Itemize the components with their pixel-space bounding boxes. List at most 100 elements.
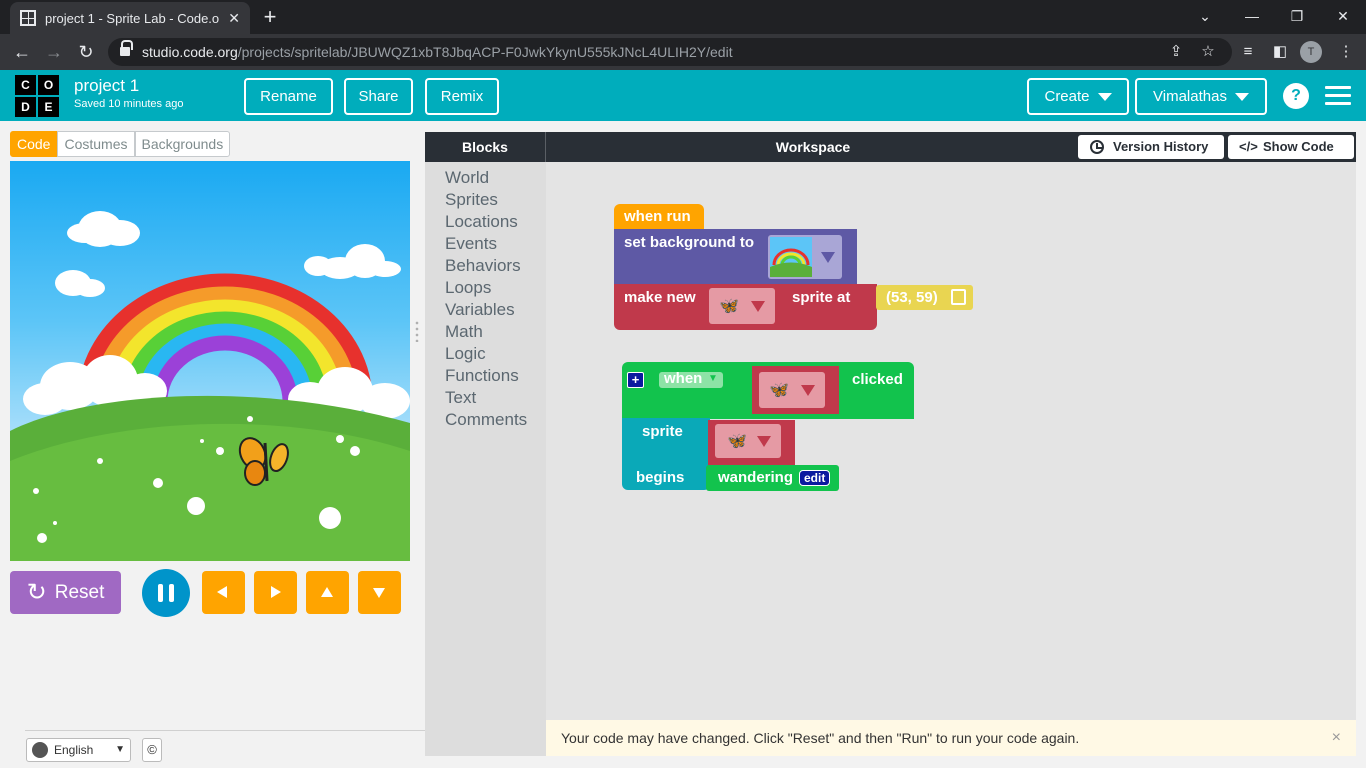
logo-letter: D [15, 97, 36, 117]
plus-icon[interactable]: + [627, 372, 644, 388]
create-dropdown[interactable]: Create [1027, 78, 1129, 115]
version-history-label: Version History [1113, 139, 1209, 154]
logo-letter: C [15, 75, 36, 95]
rename-button[interactable]: Rename [244, 78, 333, 115]
reload-icon[interactable]: ↻ [74, 40, 98, 64]
user-dropdown[interactable]: Vimalathas [1135, 78, 1267, 115]
code-org-logo[interactable]: C O D E [15, 75, 59, 117]
category-logic[interactable]: Logic [445, 344, 486, 364]
sprite-costume-dropdown[interactable]: 🦋 [709, 288, 775, 324]
hamburger-menu-icon[interactable] [1325, 86, 1351, 106]
category-events[interactable]: Events [445, 234, 497, 254]
butterfly-icon: 🦋 [769, 382, 789, 399]
profile-avatar[interactable]: T [1300, 41, 1322, 63]
media-icon[interactable]: ≡ [1236, 40, 1260, 64]
address-bar: ← → ↻ studio.code.org/projects/spritelab… [0, 34, 1366, 70]
pause-button[interactable] [142, 569, 190, 617]
logo-letter: O [38, 75, 59, 95]
edit-behavior-button[interactable]: edit [799, 470, 831, 486]
workspace-title: Workspace [775, 139, 851, 155]
bookmark-star-icon[interactable]: ☆ [1196, 40, 1220, 64]
sprite-begins-block[interactable]: sprite begins [622, 418, 710, 490]
when-label: when [664, 370, 703, 387]
tab-close-icon[interactable]: ✕ [228, 10, 240, 27]
version-history-button[interactable]: Version History [1078, 135, 1224, 159]
category-text[interactable]: Text [445, 388, 476, 408]
tab-search-icon[interactable]: ⌄ [1193, 4, 1217, 28]
share-page-icon[interactable]: ⇪ [1164, 40, 1188, 64]
tab-costumes[interactable]: Costumes [57, 131, 135, 157]
sprite-costume-dropdown[interactable]: 🦋 [715, 424, 781, 458]
restore-icon[interactable]: ❐ [1285, 4, 1309, 28]
new-tab-icon[interactable]: + [258, 4, 282, 30]
make-new-label: make new [624, 289, 696, 306]
left-arrow-icon [217, 586, 227, 598]
panel-resize-handle[interactable] [415, 320, 419, 342]
saved-status: Saved 10 minutes ago [74, 98, 184, 110]
workspace-header: Blocks Workspace Version History </> Sho… [425, 132, 1356, 162]
copyright-button[interactable]: © [142, 738, 162, 762]
reset-button[interactable]: ↻ Reset [10, 571, 121, 614]
browser-menu-icon[interactable]: ⋮ [1334, 40, 1358, 64]
sprite-slot: 🦋 [708, 420, 795, 465]
category-sprites[interactable]: Sprites [445, 190, 498, 210]
category-math[interactable]: Math [445, 322, 483, 342]
sprite-costume-dropdown[interactable]: 🦋 [759, 372, 825, 408]
share-button[interactable]: Share [344, 78, 413, 115]
close-icon[interactable]: × [1332, 720, 1341, 756]
browser-tab-bar: project 1 - Sprite Lab - Code.org ✕ + ⌄ … [0, 0, 1366, 34]
project-name: project 1 [74, 76, 140, 95]
language-value: English [54, 743, 94, 757]
category-world[interactable]: World [445, 168, 489, 188]
location-block[interactable]: (53, 59) [876, 285, 973, 310]
side-panel-icon[interactable]: ◧ [1268, 40, 1292, 64]
right-arrow-icon [271, 586, 281, 598]
set-background-label: set background to [624, 234, 755, 251]
when-clicked-block[interactable]: + when ▼ 🦋 clicked [622, 362, 914, 419]
lock-icon [120, 40, 133, 57]
back-icon[interactable]: ← [10, 40, 34, 64]
background-dropdown[interactable] [768, 235, 842, 279]
workspace-canvas[interactable]: when run set background to make new 🦋 sp… [546, 162, 1356, 756]
show-code-button[interactable]: </> Show Code [1228, 135, 1354, 159]
minimize-icon[interactable]: — [1240, 4, 1264, 28]
category-behaviors[interactable]: Behaviors [445, 256, 521, 276]
code-changed-notice: Your code may have changed. Click "Reset… [546, 720, 1356, 756]
make-new-sprite-block[interactable]: make new 🦋 sprite at [614, 284, 877, 330]
remix-button[interactable]: Remix [425, 78, 499, 115]
game-stage[interactable] [10, 161, 410, 561]
url-field[interactable]: studio.code.org/projects/spritelab/JBUWQ… [108, 38, 1232, 66]
tab-backgrounds[interactable]: Backgrounds [134, 131, 231, 157]
chevron-down-icon [751, 301, 765, 312]
notice-text: Your code may have changed. Click "Reset… [561, 730, 1080, 746]
left-arrow-button[interactable] [202, 571, 245, 614]
location-picker-icon[interactable] [951, 289, 966, 305]
set-background-block[interactable]: set background to [614, 229, 857, 285]
workspace-scrollbar[interactable] [1356, 132, 1366, 756]
language-select[interactable]: English ▼ [26, 738, 131, 762]
help-icon[interactable]: ? [1283, 83, 1309, 109]
right-arrow-button[interactable] [254, 571, 297, 614]
app-header: C O D E project 1 Saved 10 minutes ago R… [0, 70, 1366, 121]
category-comments[interactable]: Comments [445, 410, 527, 430]
up-arrow-button[interactable] [306, 571, 349, 614]
category-locations[interactable]: Locations [445, 212, 518, 232]
stage-scene [10, 211, 410, 561]
up-arrow-icon [321, 587, 333, 597]
blocks-toolbox: World Sprites Locations Events Behaviors… [425, 162, 546, 756]
code-org-favicon-icon [20, 10, 36, 26]
url-path: /projects/spritelab/JBUWQZ1xbT8JbqACP-F0… [237, 44, 733, 60]
category-loops[interactable]: Loops [445, 278, 491, 298]
event-type-dropdown[interactable]: when ▼ [659, 370, 723, 388]
browser-tab[interactable]: project 1 - Sprite Lab - Code.org ✕ [10, 2, 250, 34]
tab-code[interactable]: Code [10, 131, 58, 157]
category-functions[interactable]: Functions [445, 366, 519, 386]
behavior-block[interactable]: wandering edit [706, 465, 839, 491]
close-window-icon[interactable]: ✕ [1331, 4, 1355, 28]
globe-icon [32, 742, 48, 758]
category-variables[interactable]: Variables [445, 300, 515, 320]
down-arrow-button[interactable] [358, 571, 401, 614]
chevron-down-icon [1097, 93, 1112, 102]
forward-icon[interactable]: → [42, 40, 66, 64]
when-run-block[interactable]: when run [614, 204, 704, 230]
